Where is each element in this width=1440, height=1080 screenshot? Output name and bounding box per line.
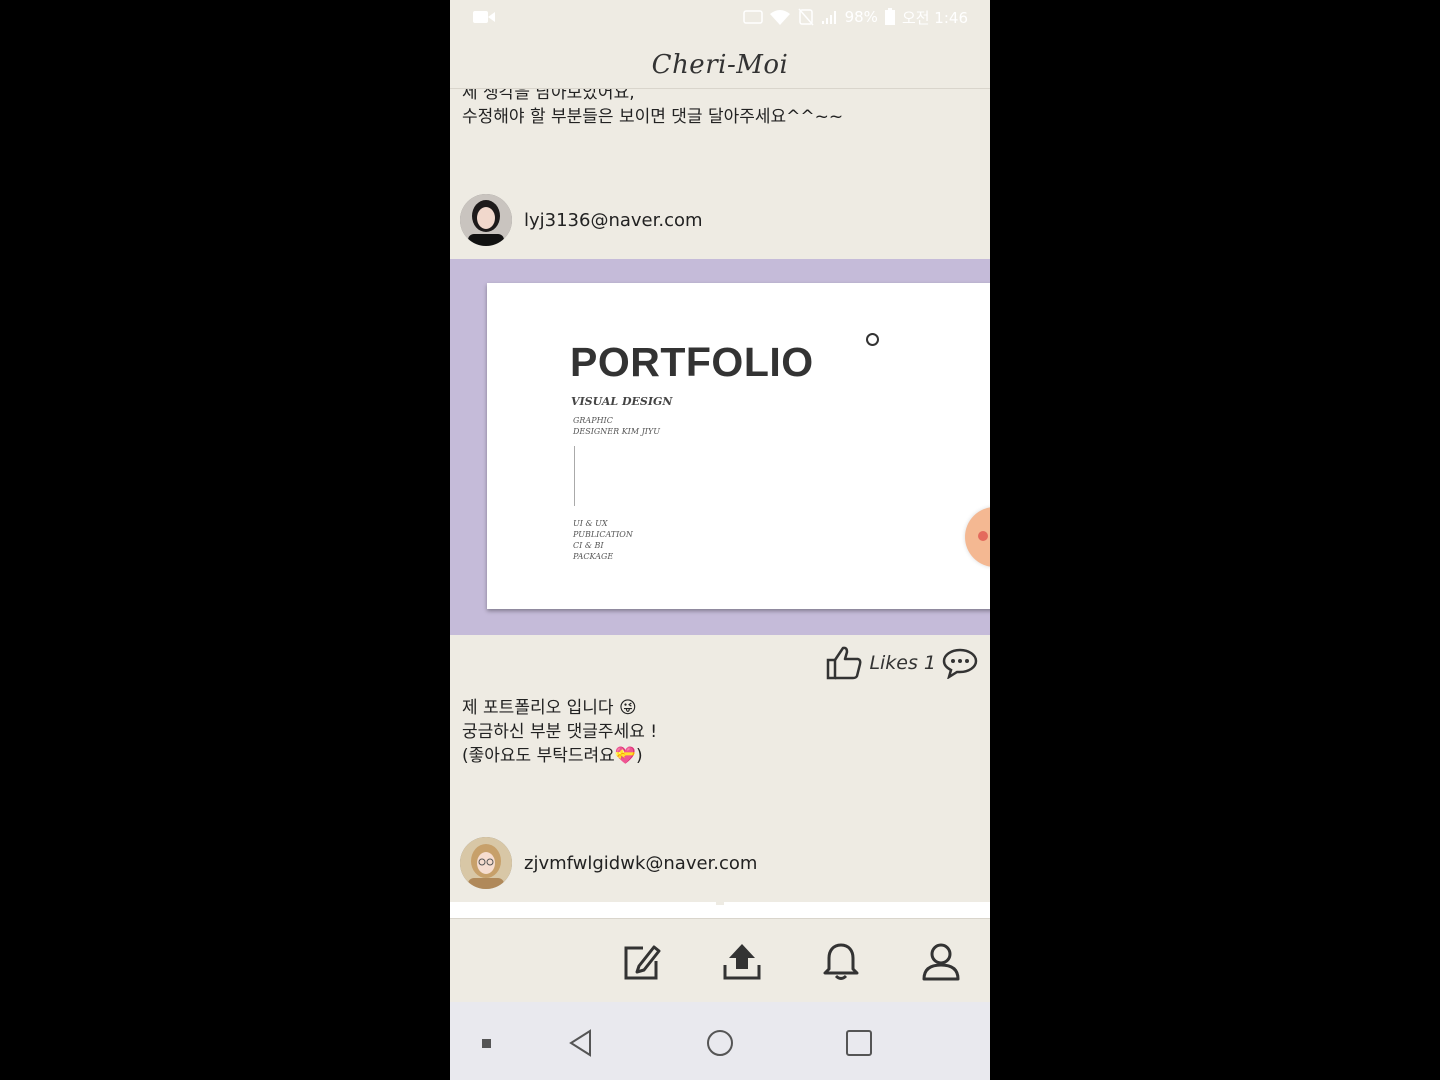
battery-percent: 98%	[844, 8, 878, 26]
scroll-indicator	[450, 902, 990, 918]
post-author[interactable]: lyj3136@naver.com	[460, 194, 703, 246]
android-nav-bar	[450, 1002, 990, 1080]
feed[interactable]: 제 생각을 남아보았어요, 수정해야 할 부분들은 보이면 댓글 달아주세요^^…	[450, 89, 990, 905]
author-email[interactable]: zjvmfwlgidwk@naver.com	[524, 853, 757, 874]
slide-category: UI & UX	[573, 519, 608, 528]
slide-tagline-1: GRAPHIC	[573, 416, 613, 425]
post-actions: Likes 1	[825, 645, 978, 681]
post-text: 제 생각을 남아보았어요, 수정해야 할 부분들은 보이면 댓글 달아주세요^^…	[462, 89, 844, 127]
avatar[interactable]	[460, 837, 512, 889]
post-text: 제 포트폴리오 입니다 😜 궁금하신 부분 댓글주세요 ! (좋아요도 부탁드려…	[462, 698, 658, 766]
app-header: Cheri-Moi	[450, 34, 990, 89]
slide-category: CI & BI	[573, 541, 604, 550]
home-icon[interactable]	[706, 1029, 734, 1057]
video-recording-icon	[473, 11, 495, 23]
post-author[interactable]: zjvmfwlgidwk@naver.com	[460, 837, 757, 889]
comment-icon[interactable]	[942, 647, 978, 679]
bell-icon[interactable]	[820, 941, 862, 983]
avatar[interactable]	[460, 194, 512, 246]
slide-divider	[574, 446, 575, 506]
slide-tagline-2: DESIGNER KIM JIYU	[573, 427, 660, 436]
write-icon[interactable]	[621, 941, 663, 983]
status-bar: 98% 오전 1:46	[450, 0, 990, 34]
back-icon[interactable]	[568, 1029, 594, 1057]
wifi-icon	[769, 10, 790, 25]
slide-title: PORTFOLIO	[570, 339, 814, 385]
likes-count: 1	[923, 652, 936, 674]
recents-icon[interactable]	[846, 1030, 872, 1056]
slide-category: PUBLICATION	[573, 530, 633, 539]
bottom-nav	[450, 918, 990, 1003]
nav-dot-icon	[482, 1039, 491, 1048]
slide-category: PACKAGE	[573, 552, 614, 561]
mute-icon	[798, 8, 814, 26]
post-image[interactable]: PORTFOLIO VISUAL DESIGN GRAPHIC DESIGNER…	[450, 259, 990, 635]
app-title: Cheri-Moi	[651, 50, 789, 80]
author-email[interactable]: lyj3136@naver.com	[524, 210, 703, 231]
clock: 오전 1:46	[901, 8, 968, 27]
profile-icon[interactable]	[920, 941, 962, 983]
floating-action-dot	[978, 531, 988, 541]
slide-dot	[866, 333, 879, 346]
portfolio-slide: PORTFOLIO VISUAL DESIGN GRAPHIC DESIGNER…	[487, 283, 990, 609]
likes-label: Likes	[869, 652, 918, 674]
phone-screen: 98% 오전 1:46 Cheri-Moi 제 생각을 남아보았어요, 수정해야…	[450, 0, 990, 1080]
battery-icon	[884, 8, 895, 25]
signal-icon	[821, 11, 836, 24]
thumbs-up-icon[interactable]	[825, 645, 863, 681]
scroll-thumb	[716, 902, 724, 905]
upload-icon[interactable]	[721, 941, 763, 983]
nfc-icon	[742, 10, 763, 24]
slide-subtitle: VISUAL DESIGN	[571, 395, 673, 408]
